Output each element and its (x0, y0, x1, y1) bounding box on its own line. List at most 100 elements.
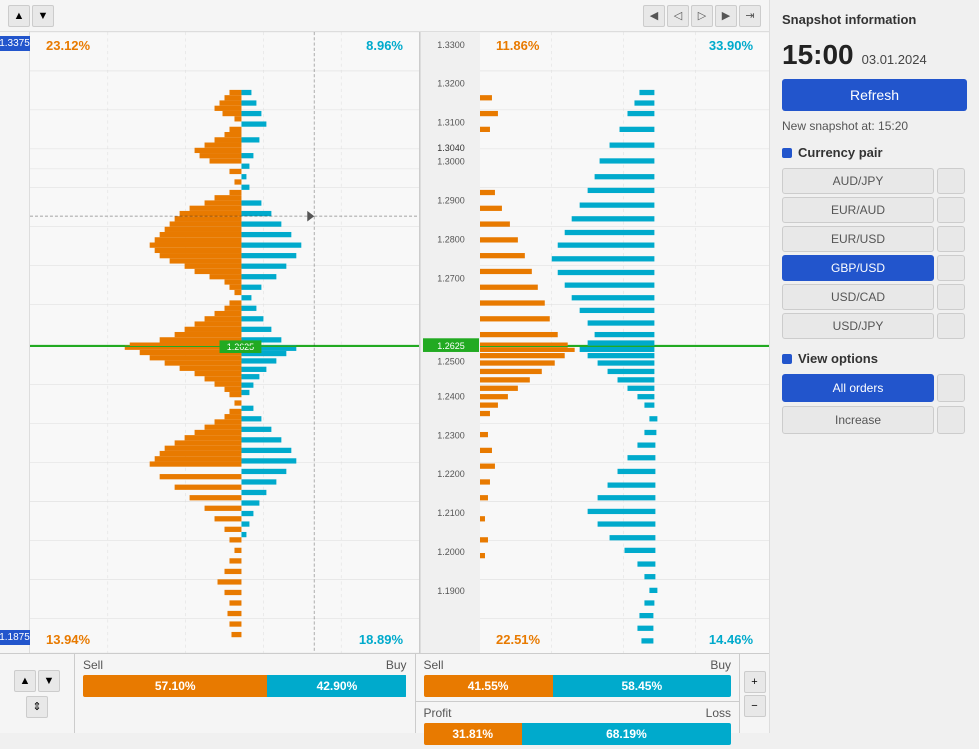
svg-text:1.3040: 1.3040 (437, 143, 464, 153)
right-histogram (480, 32, 769, 653)
svg-text:1.1900: 1.1900 (437, 586, 464, 596)
profit-label: Profit (424, 706, 452, 720)
all-orders-btn[interactable]: All orders (782, 374, 934, 402)
right-sell-buy-bar: Sell Buy 41.55% 58.45% (416, 654, 740, 702)
currency-btn-audjpy[interactable]: AUD/JPY (782, 168, 934, 194)
svg-text:1.2625: 1.2625 (227, 342, 254, 352)
chart-up-btn[interactable]: ▲ (14, 670, 36, 692)
svg-text:1.2100: 1.2100 (437, 508, 464, 518)
scroll-up-btn[interactable]: ▲ (8, 5, 30, 27)
profit-bar: 31.81% (424, 723, 522, 745)
currency-row-euraud: EUR/AUD (782, 197, 967, 223)
last-page-btn[interactable]: ⇥ (739, 5, 761, 27)
currency-row-eurusd: EUR/USD (782, 226, 967, 252)
right-sell-label: Sell (424, 658, 444, 672)
left-buy-label: Buy (386, 658, 407, 672)
svg-text:1.2900: 1.2900 (437, 195, 464, 205)
left-nav: 1.3375 1.1875 (0, 32, 30, 653)
left-sell-buy-bar: Sell Buy 57.10% 42.90% (75, 654, 416, 733)
first-page-btn[interactable]: ◀ (643, 5, 665, 27)
svg-text:1.2625: 1.2625 (437, 341, 464, 351)
currency-btn-gbpusd[interactable]: GBP/USD (782, 255, 934, 281)
eurusd-indicator (937, 226, 965, 252)
right-panel: Snapshot information 15:00 03.01.2024 Re… (769, 0, 979, 733)
currency-btn-usdjpy[interactable]: USD/JPY (782, 313, 934, 339)
expand-btn[interactable]: ⇕ (26, 696, 48, 718)
up-down-controls: ▲ ▼ (14, 670, 60, 692)
right-chart: 11.86% 33.90% 22.51% 14.46% (480, 32, 769, 653)
svg-text:1.2400: 1.2400 (437, 391, 464, 401)
increase-row: Increase (782, 406, 967, 434)
right-bottom-section: Sell Buy 41.55% 58.45% Profit Loss 31.81… (416, 654, 740, 733)
time-display: 15:00 (782, 39, 854, 71)
chart-wrapper: 1.3375 1.1875 23.12% 8.96% 13.94% 18.89% (0, 32, 769, 653)
left-sell-bar: 57.10% (83, 675, 267, 697)
left-nav-arrows: ▲ ▼ (8, 5, 54, 27)
snapshot-time: 15:00 03.01.2024 (782, 39, 967, 71)
view-options-label: View options (782, 351, 967, 366)
svg-text:1.2500: 1.2500 (437, 356, 464, 366)
currency-btn-euraud[interactable]: EUR/AUD (782, 197, 934, 223)
currency-btn-eurusd[interactable]: EUR/USD (782, 226, 934, 252)
price-scale: 1.3300 1.3200 1.3100 1.3040 1.3000 1.290… (420, 32, 480, 653)
profit-loss-bar: Profit Loss 31.81% 68.19% (416, 702, 740, 749)
bottom-price-badge: 1.1875 (0, 630, 34, 645)
left-histogram: 1.2625 (30, 32, 419, 653)
pl-labels: Profit Loss (424, 706, 732, 720)
increase-indicator (937, 406, 965, 434)
euraud-indicator (937, 197, 965, 223)
prev-page-btn[interactable]: ◁ (667, 5, 689, 27)
svg-text:1.3100: 1.3100 (437, 117, 464, 127)
svg-text:1.2800: 1.2800 (437, 234, 464, 244)
bottom-left-controls: ▲ ▼ ⇕ (0, 654, 75, 733)
right-buy-label: Buy (710, 658, 731, 672)
usdcad-indicator (937, 284, 965, 310)
view-options-section: All orders Increase (782, 374, 967, 434)
currency-list: AUD/JPY EUR/AUD EUR/USD GBP/USD USD/CAD … (782, 168, 967, 339)
svg-text:1.2200: 1.2200 (437, 469, 464, 479)
minus-btn[interactable]: − (744, 695, 766, 717)
left-sb-labels: Sell Buy (83, 658, 407, 672)
right-buy-bar: 58.45% (553, 675, 731, 697)
fast-forward-btn[interactable]: ▶ (715, 5, 737, 27)
left-chart: 23.12% 8.96% 13.94% 18.89% (30, 32, 420, 653)
loss-bar: 68.19% (522, 723, 731, 745)
loss-label: Loss (706, 706, 731, 720)
snapshot-title: Snapshot information (782, 12, 967, 27)
pagination-arrows: ◀ ◁ ▷ ▶ ⇥ (643, 5, 761, 27)
usdjpy-indicator (937, 313, 965, 339)
right-sb-bar: 41.55% 58.45% (424, 675, 732, 697)
currency-row-usdjpy: USD/JPY (782, 313, 967, 339)
date-display: 03.01.2024 (862, 52, 927, 67)
svg-text:1.3000: 1.3000 (437, 156, 464, 166)
currency-pair-label: Currency pair (782, 145, 967, 160)
plus-minus-controls: + − (739, 654, 769, 733)
svg-text:1.2700: 1.2700 (437, 273, 464, 283)
svg-text:1.2300: 1.2300 (437, 430, 464, 440)
top-price-badge: 1.3375 (0, 36, 34, 51)
audjpy-indicator (937, 168, 965, 194)
left-sb-bar: 57.10% 42.90% (83, 675, 407, 697)
all-orders-indicator (937, 374, 965, 402)
currency-row-audjpy: AUD/JPY (782, 168, 967, 194)
currency-row-gbpusd: GBP/USD (782, 255, 967, 281)
svg-text:1.2000: 1.2000 (437, 547, 464, 557)
price-axis-svg: 1.3300 1.3200 1.3100 1.3040 1.3000 1.290… (421, 32, 481, 653)
new-snapshot-text: New snapshot at: 15:20 (782, 119, 967, 133)
right-sb-labels: Sell Buy (424, 658, 732, 672)
currency-btn-usdcad[interactable]: USD/CAD (782, 284, 934, 310)
refresh-button[interactable]: Refresh (782, 79, 967, 111)
scroll-down-btn[interactable]: ▼ (32, 5, 54, 27)
pl-bar: 31.81% 68.19% (424, 723, 732, 745)
left-sell-label: Sell (83, 658, 103, 672)
svg-text:1.3300: 1.3300 (437, 40, 464, 50)
chart-down-btn[interactable]: ▼ (38, 670, 60, 692)
svg-text:1.3200: 1.3200 (437, 79, 464, 89)
currency-row-usdcad: USD/CAD (782, 284, 967, 310)
nav-bar: ▲ ▼ ◀ ◁ ▷ ▶ ⇥ (0, 0, 769, 32)
increase-btn[interactable]: Increase (782, 406, 934, 434)
plus-btn[interactable]: + (744, 671, 766, 693)
chart-area: ▲ ▼ ◀ ◁ ▷ ▶ ⇥ 1.3375 1.1875 23.12% 8.96% (0, 0, 769, 733)
left-buy-bar: 42.90% (267, 675, 406, 697)
next-page-btn[interactable]: ▷ (691, 5, 713, 27)
